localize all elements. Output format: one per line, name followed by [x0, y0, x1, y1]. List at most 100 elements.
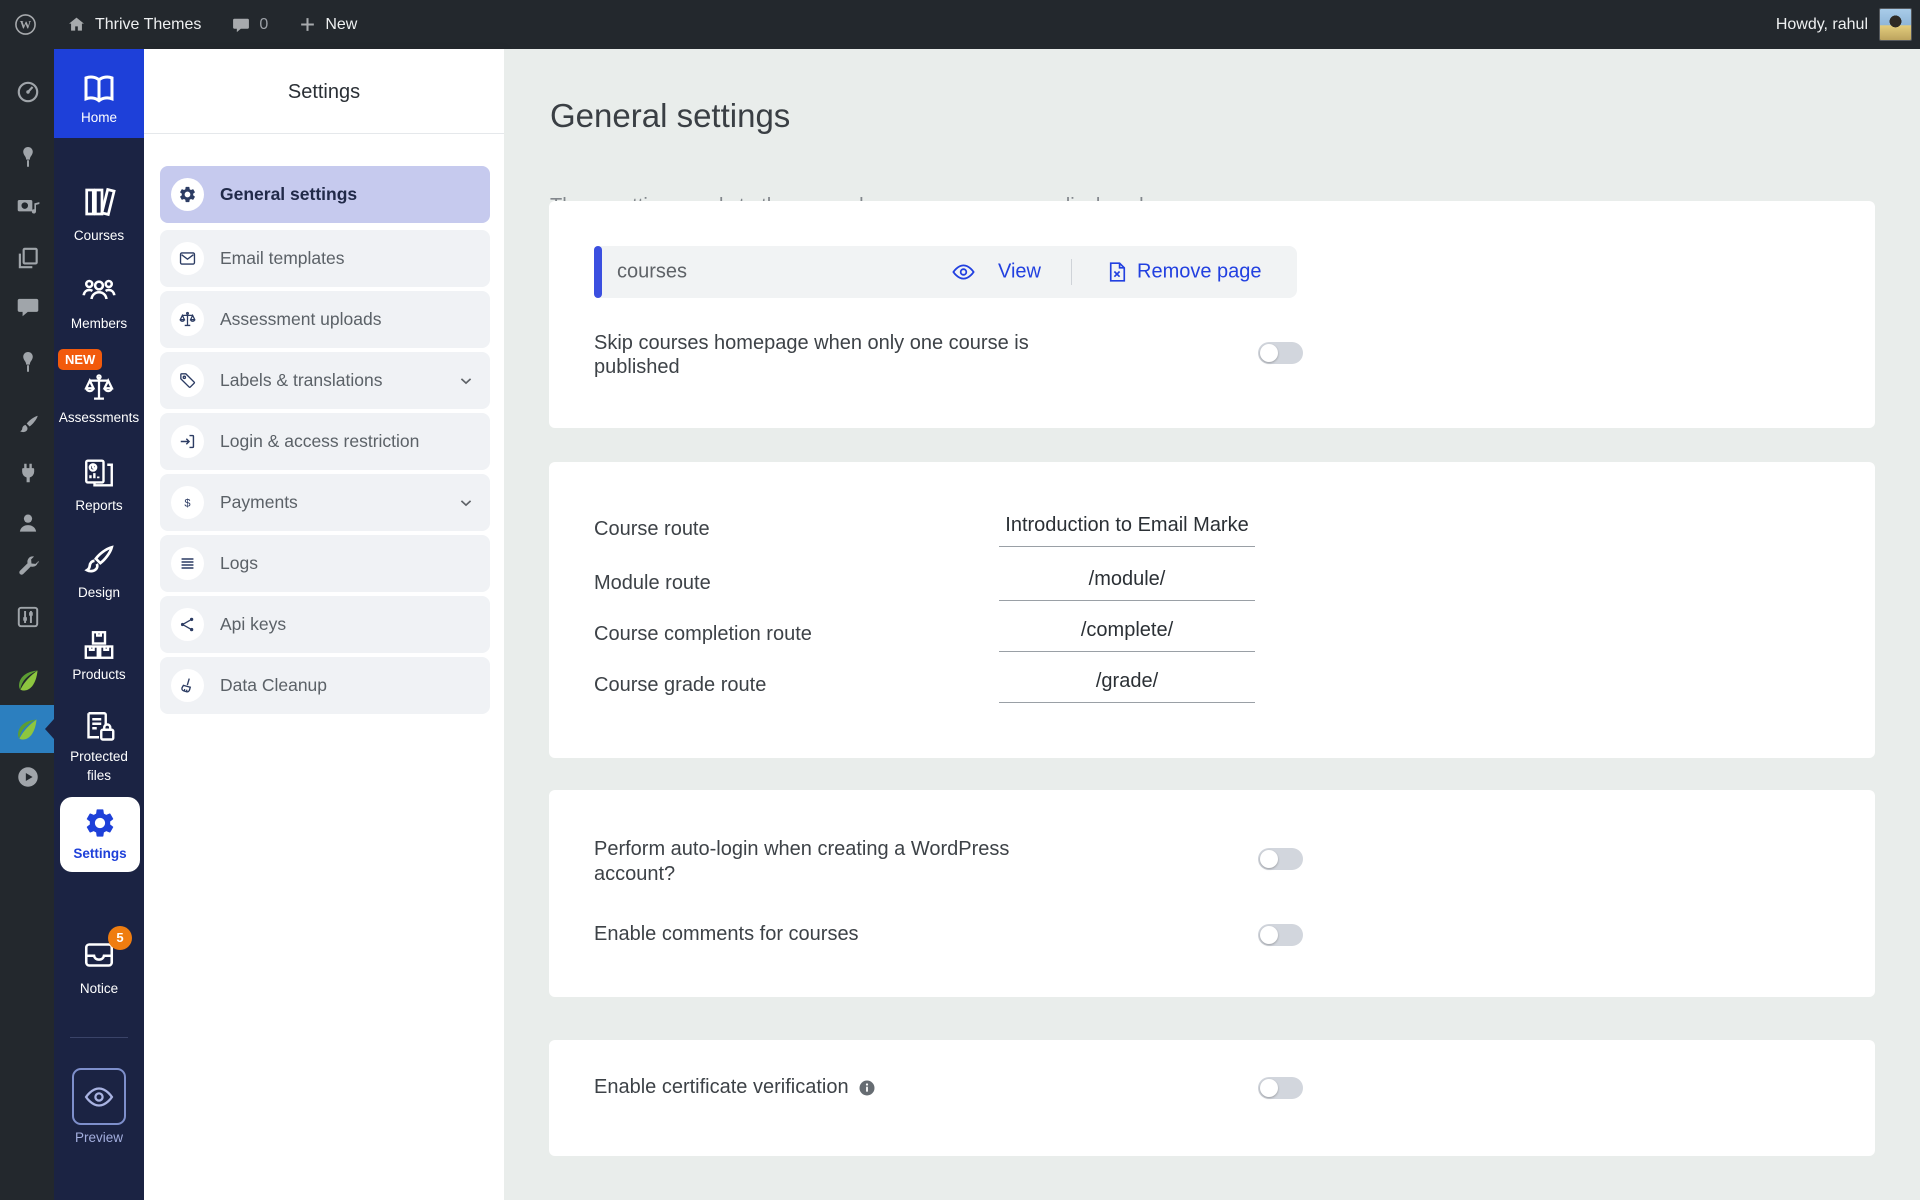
sidebar-item-label: Design [77, 585, 121, 600]
completion-route-input[interactable] [999, 615, 1255, 652]
nav-item-label: Api keys [220, 614, 287, 634]
preview-label: Preview [74, 1130, 123, 1145]
nav-item-login-access[interactable]: Login & access restriction [160, 413, 490, 470]
sidebar-item-preview[interactable] [72, 1068, 126, 1125]
auto-login-toggle[interactable] [1258, 848, 1303, 870]
route-label: Course grade route [594, 674, 767, 696]
pages-icon[interactable] [15, 245, 41, 271]
nav-item-api-keys[interactable]: Api keys [160, 596, 490, 653]
media-icon[interactable] [15, 194, 41, 220]
site-name: Thrive Themes [95, 15, 202, 33]
thrive-apprentice-rail-item[interactable] [0, 705, 54, 753]
module-route-input[interactable] [999, 564, 1255, 601]
certificate-card: Enable certificate verification [549, 1040, 1875, 1156]
site-menu[interactable]: Thrive Themes [66, 14, 201, 35]
nav-item-general-settings[interactable]: General settings [160, 166, 490, 223]
sidebar-item-home[interactable]: Home [54, 49, 144, 138]
sidebar-item-members[interactable]: Members [54, 272, 144, 333]
sidebar-item-label: Home [80, 110, 117, 125]
notice-count-badge: 5 [108, 926, 132, 950]
book-icon [80, 70, 118, 108]
sidebar-item-design[interactable]: Design [54, 542, 144, 602]
nav-item-labels-translations[interactable]: Labels & translations [160, 352, 490, 409]
video-play-icon[interactable] [15, 764, 41, 790]
comment-bubble-icon [231, 15, 251, 35]
info-icon[interactable] [858, 1079, 876, 1097]
wp-admin-rail [0, 49, 54, 1200]
gear-icon [171, 178, 204, 211]
eye-icon[interactable] [951, 260, 976, 285]
dashboard-icon[interactable] [15, 79, 41, 105]
new-badge: NEW [58, 349, 103, 370]
chevron-down-icon[interactable] [456, 371, 476, 391]
users-icon[interactable] [15, 510, 41, 536]
sidebar-item-reports[interactable]: Reports [54, 455, 144, 515]
route-label: Course route [594, 518, 710, 540]
chevron-down-icon[interactable] [456, 493, 476, 513]
sidebar-item-protected-files[interactable]: Protected files [54, 708, 144, 785]
panel-divider [144, 133, 504, 134]
nav-item-email-templates[interactable]: Email templates [160, 230, 490, 287]
active-item-notch [45, 719, 54, 739]
boxes-icon [81, 627, 117, 663]
course-route-input[interactable] [999, 510, 1255, 547]
account-greeting[interactable]: Howdy, rahul [1776, 16, 1868, 34]
sidebar-item-courses[interactable]: Courses [54, 184, 144, 245]
thrive-leaf-icon[interactable] [15, 667, 41, 693]
thrive-apprentice-leaf-icon [14, 716, 40, 742]
wp-admin-bar: Thrive Themes 0 New Howdy, rahul [0, 0, 1920, 49]
main-content: General settings These settings apply to… [504, 49, 1920, 1200]
separator [1071, 259, 1072, 285]
pushpin-icon[interactable] [15, 144, 41, 170]
appearance-brush-icon[interactable] [15, 412, 41, 438]
account-options-card: Perform auto-login when creating a WordP… [549, 790, 1875, 997]
scale-icon [171, 303, 204, 336]
comments-menu[interactable]: 0 [231, 15, 268, 35]
course-page-card: courses View Remove page Skip courses ho… [549, 201, 1875, 428]
view-link[interactable]: View [998, 261, 1041, 284]
home-icon [66, 14, 87, 35]
remove-page-icon[interactable] [1105, 260, 1130, 285]
nav-item-payments[interactable]: Payments [160, 474, 490, 531]
sidebar-item-notice[interactable]: 5 Notice [54, 926, 144, 998]
login-arrow-icon [171, 425, 204, 458]
settings-nav-panel: Settings General settings Email template… [144, 49, 504, 1200]
avatar[interactable] [1879, 8, 1912, 41]
sidebar-item-label: Products [72, 667, 126, 682]
route-row: Course route [549, 508, 1875, 554]
sidebar-item-label: Settings [73, 846, 127, 861]
plugins-plug-icon[interactable] [15, 460, 41, 486]
remove-page-link[interactable]: Remove page [1137, 261, 1262, 284]
comments-icon[interactable] [15, 294, 41, 320]
nav-item-label: Payments [220, 492, 298, 512]
settings-sliders-icon[interactable] [15, 604, 41, 630]
nav-item-data-cleanup[interactable]: Data Cleanup [160, 657, 490, 714]
new-content-menu[interactable]: New [298, 15, 357, 34]
sidebar-item-settings[interactable]: Settings [60, 797, 140, 872]
plus-icon [298, 15, 317, 34]
sidebar-item-assessments[interactable]: NEW Assessments [54, 349, 144, 427]
tag-icon [171, 364, 204, 397]
accent-bar [594, 246, 602, 298]
members-icon [81, 272, 117, 308]
certificate-label: Enable certificate verification [594, 1076, 849, 1098]
network-icon [171, 608, 204, 641]
sidebar-divider [70, 1037, 128, 1038]
certificate-toggle[interactable] [1258, 1077, 1303, 1099]
nav-item-logs[interactable]: Logs [160, 535, 490, 592]
nav-item-label: Labels & translations [220, 370, 383, 390]
skip-homepage-toggle[interactable] [1258, 342, 1303, 364]
route-row: Module route [549, 562, 1875, 608]
wordpress-logo-icon[interactable] [13, 12, 38, 37]
sidebar-item-products[interactable]: Products [54, 627, 144, 684]
broom-icon [171, 669, 204, 702]
tools-wrench-icon[interactable] [15, 554, 41, 580]
pushpin-icon[interactable] [15, 349, 41, 375]
nav-item-label: Assessment uploads [220, 309, 382, 329]
sidebar-item-label: Courses [73, 228, 125, 243]
eye-icon [83, 1081, 115, 1113]
sidebar-item-label: Assessments [58, 410, 140, 425]
enable-comments-toggle[interactable] [1258, 924, 1303, 946]
grade-route-input[interactable] [999, 666, 1255, 703]
nav-item-assessment-uploads[interactable]: Assessment uploads [160, 291, 490, 348]
